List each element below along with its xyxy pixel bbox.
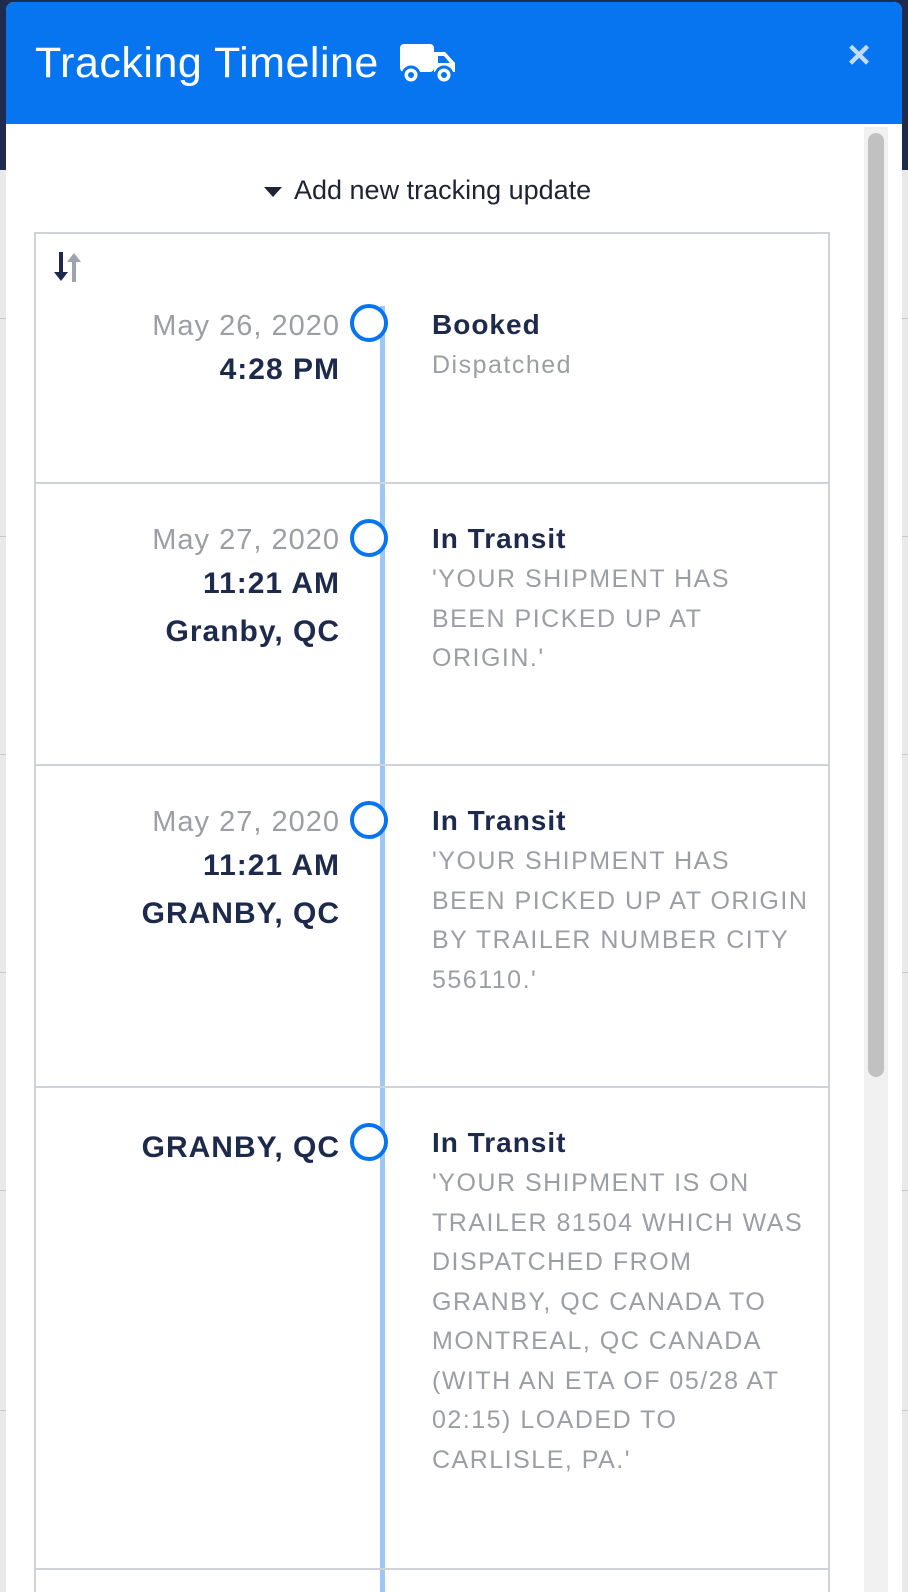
tracking-timeline-modal: Tracking Timeline × Add new tracking upd… xyxy=(6,2,902,1592)
scrollbar-thumb[interactable] xyxy=(868,133,884,1077)
modal-title: Tracking Timeline xyxy=(35,38,379,87)
entry-date: May 27, 2020 xyxy=(152,806,340,838)
entry-time: 11:21 AM xyxy=(203,849,340,882)
timeline-panel: May 26, 2020 4:28 PM Booked Dispatched M… xyxy=(34,232,830,1592)
timeline-entry: May 26, 2020 4:28 PM Booked Dispatched xyxy=(36,234,828,484)
entry-datetime: GRANBY, QC xyxy=(40,1124,340,1172)
scrollbar[interactable] xyxy=(864,127,888,1592)
entry-content: Booked Dispatched xyxy=(432,306,812,386)
entry-date: May 27, 2020 xyxy=(152,524,340,556)
modal-header: Tracking Timeline × xyxy=(6,2,902,124)
entry-datetime: May 27, 2020 11:21 AM GRANBY, QC xyxy=(40,802,340,938)
entry-location: GRANBY, QC xyxy=(141,1131,340,1164)
entry-content: In Transit 'YOUR SHIPMENT IS ON TRAILER … xyxy=(432,1124,812,1480)
entry-time: 4:28 PM xyxy=(219,353,340,386)
entry-location: GRANBY, QC xyxy=(141,897,340,930)
entry-date: May 26, 2020 xyxy=(152,310,340,342)
entry-datetime: May 26, 2020 4:28 PM xyxy=(40,306,340,394)
timeline-dot xyxy=(350,801,388,839)
close-icon: × xyxy=(847,33,871,77)
caret-down-icon xyxy=(264,186,282,197)
entry-status: Booked xyxy=(432,309,541,340)
timeline-entry: May 27, 2020 11:21 AM Granby, QC In Tran… xyxy=(36,484,828,766)
entry-status: In Transit xyxy=(432,523,567,554)
add-tracking-update-label: Add new tracking update xyxy=(294,174,592,205)
entry-detail: 'YOUR SHIPMENT HAS BEEN PICKED UP AT ORI… xyxy=(432,565,731,672)
timeline-dot xyxy=(350,304,388,342)
modal-body: Add new tracking update May 26, 2020 4:2… xyxy=(6,124,902,1592)
entry-status: In Transit xyxy=(432,1127,567,1158)
timeline-entry: May 27, 2020 11:21 AM GRANBY, QC In Tran… xyxy=(36,766,828,1088)
entry-detail: Dispatched xyxy=(432,351,573,379)
truck-icon xyxy=(399,41,457,85)
entry-content: In Transit 'YOUR SHIPMENT HAS BEEN PICKE… xyxy=(432,520,812,679)
entry-time: 11:21 AM xyxy=(203,567,340,600)
timeline-entry: GRANBY, QC In Transit 'YOUR SHIPMENT IS … xyxy=(36,1088,828,1570)
entry-detail: 'YOUR SHIPMENT HAS BEEN PICKED UP AT ORI… xyxy=(432,847,809,994)
entry-detail: 'YOUR SHIPMENT IS ON TRAILER 81504 WHICH… xyxy=(432,1169,804,1474)
timeline-dot xyxy=(350,519,388,557)
entry-content: In Transit 'YOUR SHIPMENT HAS BEEN PICKE… xyxy=(432,802,812,1000)
entry-status: In Transit xyxy=(432,805,567,836)
timeline-dot xyxy=(350,1123,388,1161)
add-tracking-update-toggle[interactable]: Add new tracking update xyxy=(264,170,591,210)
entry-datetime: May 27, 2020 11:21 AM Granby, QC xyxy=(40,520,340,656)
close-button[interactable]: × xyxy=(844,35,874,75)
entry-location: Granby, QC xyxy=(165,615,340,648)
